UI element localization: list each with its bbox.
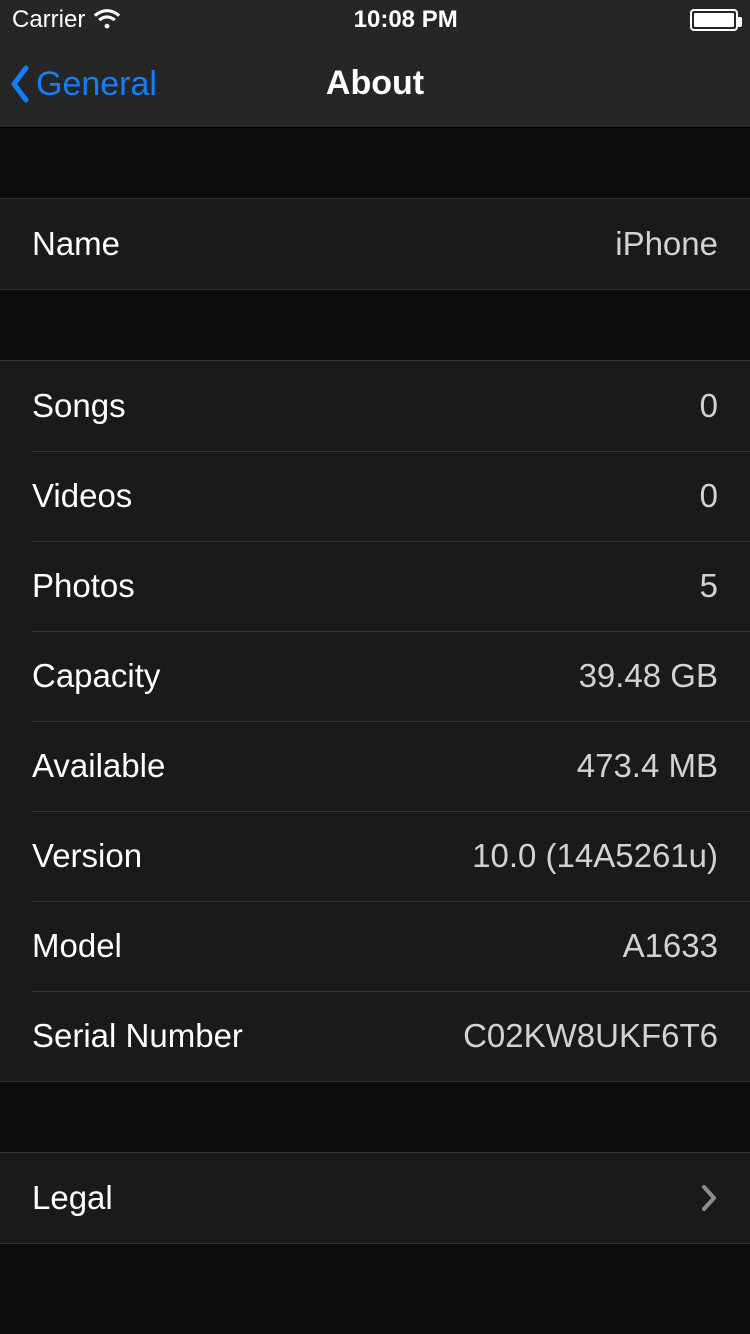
legal-label: Legal bbox=[32, 1179, 113, 1217]
cell-value: 5 bbox=[700, 567, 718, 605]
cell-label: Available bbox=[32, 747, 165, 785]
songs-row: Songs 0 bbox=[0, 361, 750, 451]
cell-value: C02KW8UKF6T6 bbox=[463, 1017, 718, 1055]
legal-row[interactable]: Legal bbox=[0, 1153, 750, 1243]
status-bar: Carrier 10:08 PM bbox=[0, 0, 750, 40]
cell-label: Videos bbox=[32, 477, 132, 515]
nav-bar: General About bbox=[0, 40, 750, 128]
cell-value: 0 bbox=[700, 387, 718, 425]
wifi-icon bbox=[93, 9, 121, 31]
capacity-row: Capacity 39.48 GB bbox=[0, 631, 750, 721]
back-button[interactable]: General bbox=[8, 40, 157, 128]
name-section: Name iPhone bbox=[0, 198, 750, 290]
back-label: General bbox=[36, 65, 157, 104]
status-right bbox=[690, 9, 738, 31]
cell-label: Serial Number bbox=[32, 1017, 243, 1055]
section-gap bbox=[0, 128, 750, 198]
chevron-right-icon bbox=[700, 1183, 718, 1213]
page-title: About bbox=[326, 64, 424, 103]
status-left: Carrier bbox=[12, 6, 121, 34]
section-gap bbox=[0, 1244, 750, 1314]
version-row: Version 10.0 (14A5261u) bbox=[0, 811, 750, 901]
cell-value: A1633 bbox=[623, 927, 718, 965]
name-label: Name bbox=[32, 225, 120, 263]
carrier-label: Carrier bbox=[12, 6, 85, 34]
cell-label: Model bbox=[32, 927, 122, 965]
section-gap bbox=[0, 1082, 750, 1152]
available-row: Available 473.4 MB bbox=[0, 721, 750, 811]
model-row: Model A1633 bbox=[0, 901, 750, 991]
cell-value: 473.4 MB bbox=[577, 747, 718, 785]
cell-label: Version bbox=[32, 837, 142, 875]
cell-value: 10.0 (14A5261u) bbox=[472, 837, 718, 875]
legal-section: Legal bbox=[0, 1152, 750, 1244]
cell-label: Capacity bbox=[32, 657, 160, 695]
cell-value: 0 bbox=[700, 477, 718, 515]
cell-label: Songs bbox=[32, 387, 126, 425]
info-section: Songs 0 Videos 0 Photos 5 Capacity 39.48… bbox=[0, 360, 750, 1082]
name-row[interactable]: Name iPhone bbox=[0, 199, 750, 289]
cell-label: Photos bbox=[32, 567, 135, 605]
serial-row: Serial Number C02KW8UKF6T6 bbox=[0, 991, 750, 1081]
battery-icon bbox=[690, 9, 738, 31]
videos-row: Videos 0 bbox=[0, 451, 750, 541]
cell-value: 39.48 GB bbox=[579, 657, 718, 695]
name-value: iPhone bbox=[615, 225, 718, 263]
photos-row: Photos 5 bbox=[0, 541, 750, 631]
section-gap bbox=[0, 290, 750, 360]
status-time: 10:08 PM bbox=[354, 6, 458, 34]
chevron-left-icon bbox=[8, 64, 32, 104]
